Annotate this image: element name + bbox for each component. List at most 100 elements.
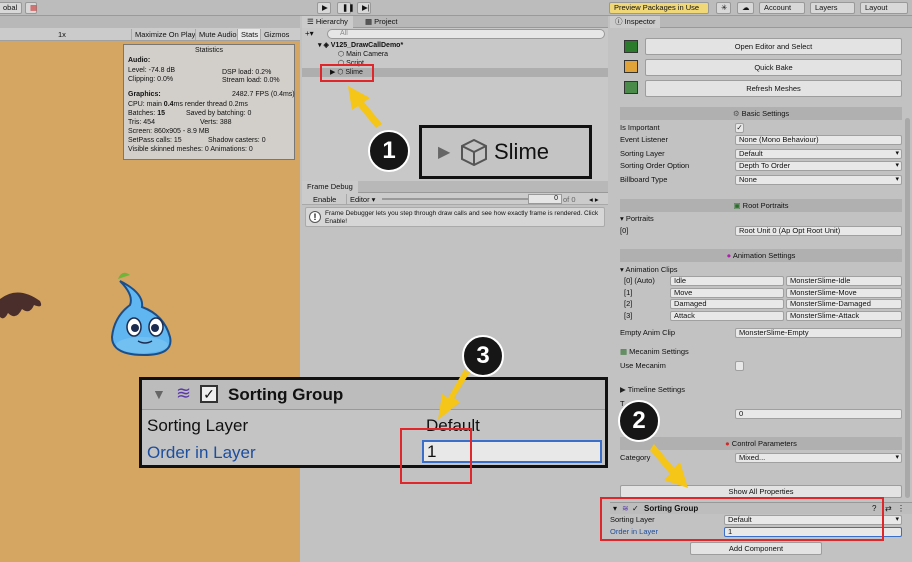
tab-project[interactable]: ▦ Project (360, 16, 403, 28)
enable-button[interactable]: Enable (310, 194, 339, 205)
preview-packages-button[interactable]: Preview Packages in Use (609, 2, 709, 14)
stats-toggle[interactable]: Stats (237, 29, 262, 40)
portrait-field[interactable]: Root Unit 0 (Ap Opt Root Unit) (735, 226, 902, 236)
global-toggle[interactable]: obal (0, 2, 22, 14)
quick-bake-button[interactable]: Quick Bake (645, 59, 902, 76)
frame-count: of 0 (563, 195, 576, 204)
game-toolbar: 1x Maximize On Play Mute Audio Stats Giz… (0, 28, 300, 41)
game-tab-bar (0, 16, 300, 28)
mecanim-settings-text: Mecanim Settings (629, 347, 689, 356)
scene-name: V125_DrawCallDemo* (330, 42, 404, 49)
mecanim-icon: ▦ (620, 347, 630, 356)
zoom-fold-icon: ▼ (152, 386, 166, 402)
timeline-settings-label: ▶ Timeline Settings (620, 385, 685, 395)
statistics-overlay: Statistics Audio: Level: -74.8 dB DSP lo… (123, 44, 295, 160)
step-icon[interactable]: ▶| (357, 2, 371, 14)
clip-name-0[interactable]: Idle (670, 276, 784, 286)
control-parameters-title: Control Parameters (731, 439, 797, 448)
clip-name-1[interactable]: Move (670, 288, 784, 298)
billboard-dropdown[interactable]: None (735, 175, 902, 185)
animation-clips-label: ▾ Animation Clips (620, 265, 678, 274)
clip-ref-2[interactable]: MonsterSlime-Damaged (786, 299, 902, 309)
clip-ref-1[interactable]: MonsterSlime-Move (786, 288, 902, 298)
clip-index-3: [3] (624, 311, 633, 320)
statistics-title: Statistics (194, 47, 223, 54)
zoom-callout-sorting-group: ▼ ≋ ✓ Sorting Group Sorting Layer Defaul… (139, 377, 608, 468)
tab-frame-debug[interactable]: Frame Debug (302, 181, 358, 193)
category-dropdown[interactable]: Mixed... (735, 453, 902, 463)
refresh-meshes-button[interactable]: Refresh Meshes (645, 80, 902, 97)
frame-index-input[interactable]: 0 (528, 194, 562, 204)
account-dropdown[interactable]: Account (759, 2, 805, 14)
hierarchy-tab-label: Hierarchy (315, 17, 348, 26)
layout-dropdown[interactable]: Layout (860, 2, 908, 14)
scale-value[interactable]: 1x (55, 29, 69, 40)
clip-ref-3[interactable]: MonsterSlime-Attack (786, 311, 902, 321)
clip-name-3[interactable]: Attack (670, 311, 784, 321)
zoom-arrow-icon: ▶ (438, 144, 451, 161)
stream-load: Stream load: 0.0% (222, 77, 280, 84)
root-portraits-title: Root Portraits (742, 201, 789, 210)
step-badge-1: 1 (368, 130, 410, 172)
animation-settings-title: Animation Settings (732, 251, 796, 260)
preset-icon[interactable]: ⇄ (885, 504, 892, 513)
clip-name-2[interactable]: Damaged (670, 299, 784, 309)
editor-label: Editor (350, 195, 370, 204)
zoom-title: Sorting Group (228, 385, 344, 404)
basic-settings-title: Basic Settings (741, 109, 790, 118)
screen-info: Screen: 860x905 - 8.9 MB (128, 128, 210, 135)
tris-count: Tris: 454 (128, 119, 155, 126)
item-label: Main Camera (346, 51, 389, 58)
arrow-icon (650, 444, 688, 488)
category-label: Category (620, 453, 651, 462)
basic-settings-header: ⚙ Basic Settings (620, 107, 902, 120)
verts-count: Verts: 388 (200, 119, 232, 126)
tab-inspector[interactable]: ⓘ Inspector (610, 16, 661, 28)
zoom-header: ▼ ≋ ✓ Sorting Group (142, 380, 605, 410)
frame-debug-tab-bar: Frame Debug (302, 181, 608, 193)
timeline-field[interactable]: 0 (735, 409, 902, 419)
more-icon[interactable]: ⋮ (897, 504, 905, 513)
scene-row[interactable]: ▾ ◈ V125_DrawCallDemo* (302, 41, 608, 50)
open-editor-button[interactable]: Open Editor and Select (645, 38, 902, 55)
pivot-icon[interactable]: ▦ (25, 2, 37, 14)
editor-dropdown[interactable]: Editor ▾ (346, 194, 378, 205)
tab-hierarchy[interactable]: ☰ Hierarchy (302, 16, 353, 28)
portrait-index: [0] (620, 226, 629, 235)
zoom-sorting-group-icon: ≋ (176, 383, 192, 403)
cloud-icon[interactable]: ☁ (737, 2, 754, 14)
maximize-on-play-toggle[interactable]: Maximize On Play (131, 29, 198, 40)
clip-index-2: [2] (624, 299, 633, 308)
sorting-layer-dropdown[interactable]: Default (735, 149, 902, 159)
shadow-casters: Shadow casters: 0 (208, 137, 266, 144)
zoom-sorting-layer-label: Sorting Layer (147, 416, 249, 435)
pause-icon[interactable]: ❚❚ (337, 2, 355, 14)
inspector-tab-bar: ⓘ Inspector (610, 16, 912, 28)
gizmos-dropdown[interactable]: Gizmos (260, 29, 292, 40)
hierarchy-item-main-camera[interactable]: ⬡ Main Camera (302, 50, 608, 59)
zoom-slime-label: Slime (494, 139, 550, 164)
sorting-layer-label: Sorting Layer (620, 149, 665, 158)
cpu-rest: ms render thread 0.2ms (173, 101, 248, 108)
billboard-type-label: Billboard Type (620, 175, 668, 184)
clip-ref-0[interactable]: MonsterSlime-Idle (786, 276, 902, 286)
add-component-button[interactable]: Add Component (690, 542, 822, 555)
frame-debug-helpbox: ! Frame Debugger lets you step through d… (305, 207, 605, 227)
frame-slider[interactable] (382, 198, 532, 200)
is-important-label: Is Important (620, 123, 660, 132)
layers-dropdown[interactable]: Layers (810, 2, 855, 14)
prev-frame-icon[interactable]: ◂ ▸ (586, 194, 602, 205)
mute-audio-toggle[interactable]: Mute Audio (195, 29, 240, 40)
audio-clipping: Clipping: 0.0% (128, 76, 174, 83)
collab-icon[interactable]: ✳ (716, 2, 731, 14)
is-important-checkbox[interactable]: ✓ (735, 123, 744, 133)
add-icon[interactable]: +▾ (305, 29, 314, 38)
hierarchy-search-input[interactable]: All (327, 29, 605, 39)
use-mecanim-checkbox[interactable] (735, 361, 744, 371)
sorting-order-dropdown[interactable]: Depth To Order (735, 161, 902, 171)
empty-anim-field[interactable]: MonsterSlime-Empty (735, 328, 902, 338)
inspector-scrollbar[interactable] (905, 118, 910, 498)
play-icon[interactable]: ▶ (317, 2, 331, 14)
editor-icon (624, 40, 638, 53)
event-listener-field[interactable]: None (Mono Behaviour) (735, 135, 902, 145)
